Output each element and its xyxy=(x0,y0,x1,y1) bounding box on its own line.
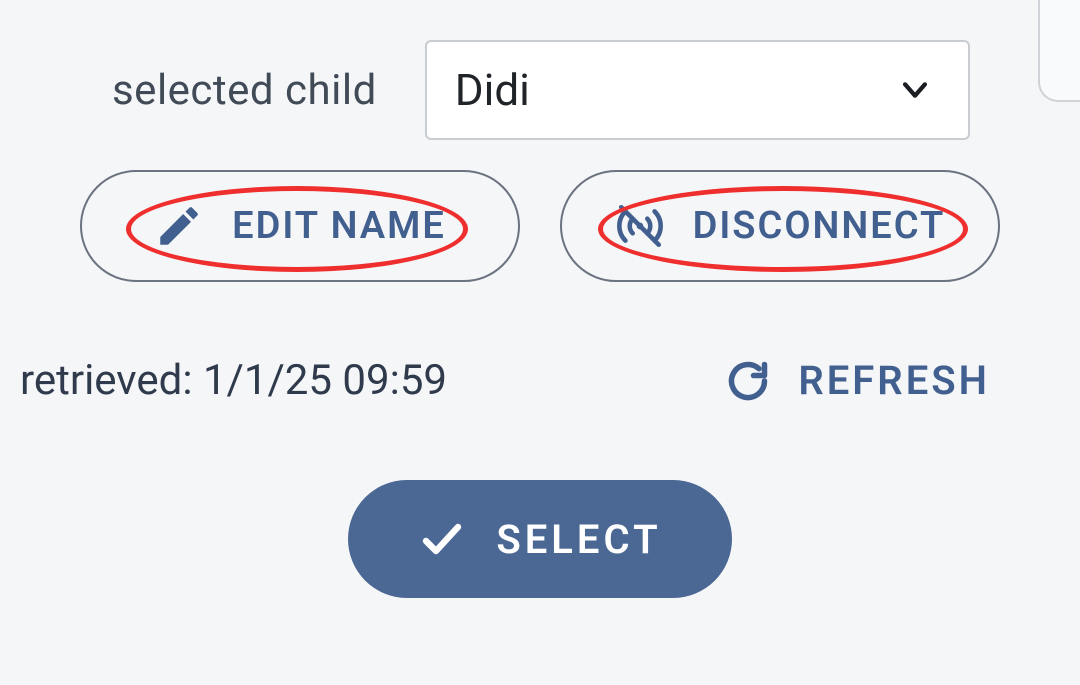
broadcast-off-icon xyxy=(615,201,665,251)
check-icon xyxy=(418,515,466,563)
refresh-button[interactable]: REFRESH xyxy=(726,357,990,404)
window-edge xyxy=(1038,0,1080,102)
select-button-label: SELECT xyxy=(496,516,661,563)
retrieved-row: retrieved: 1/1/25 09:59 REFRESH xyxy=(20,356,990,405)
refresh-label: REFRESH xyxy=(798,357,990,404)
refresh-icon xyxy=(726,359,770,403)
selected-child-row: selected child Didi xyxy=(112,40,970,140)
child-select-value: Didi xyxy=(455,64,530,116)
select-button-wrap: SELECT xyxy=(0,480,1080,598)
retrieved-prefix: retrieved: xyxy=(20,356,193,405)
pencil-icon xyxy=(154,201,204,251)
action-buttons-row: EDIT NAME DISCONNECT xyxy=(80,170,1000,282)
edit-name-button[interactable]: EDIT NAME xyxy=(80,170,520,282)
selected-child-label: selected child xyxy=(112,66,377,115)
chevron-down-icon xyxy=(898,73,932,107)
retrieved-timestamp: 1/1/25 09:59 xyxy=(203,356,447,405)
select-button[interactable]: SELECT xyxy=(348,480,731,598)
retrieved-text: retrieved: 1/1/25 09:59 xyxy=(20,356,447,405)
edit-name-label: EDIT NAME xyxy=(232,204,446,248)
disconnect-label: DISCONNECT xyxy=(693,204,946,248)
child-select[interactable]: Didi xyxy=(425,40,970,140)
disconnect-button[interactable]: DISCONNECT xyxy=(560,170,1000,282)
